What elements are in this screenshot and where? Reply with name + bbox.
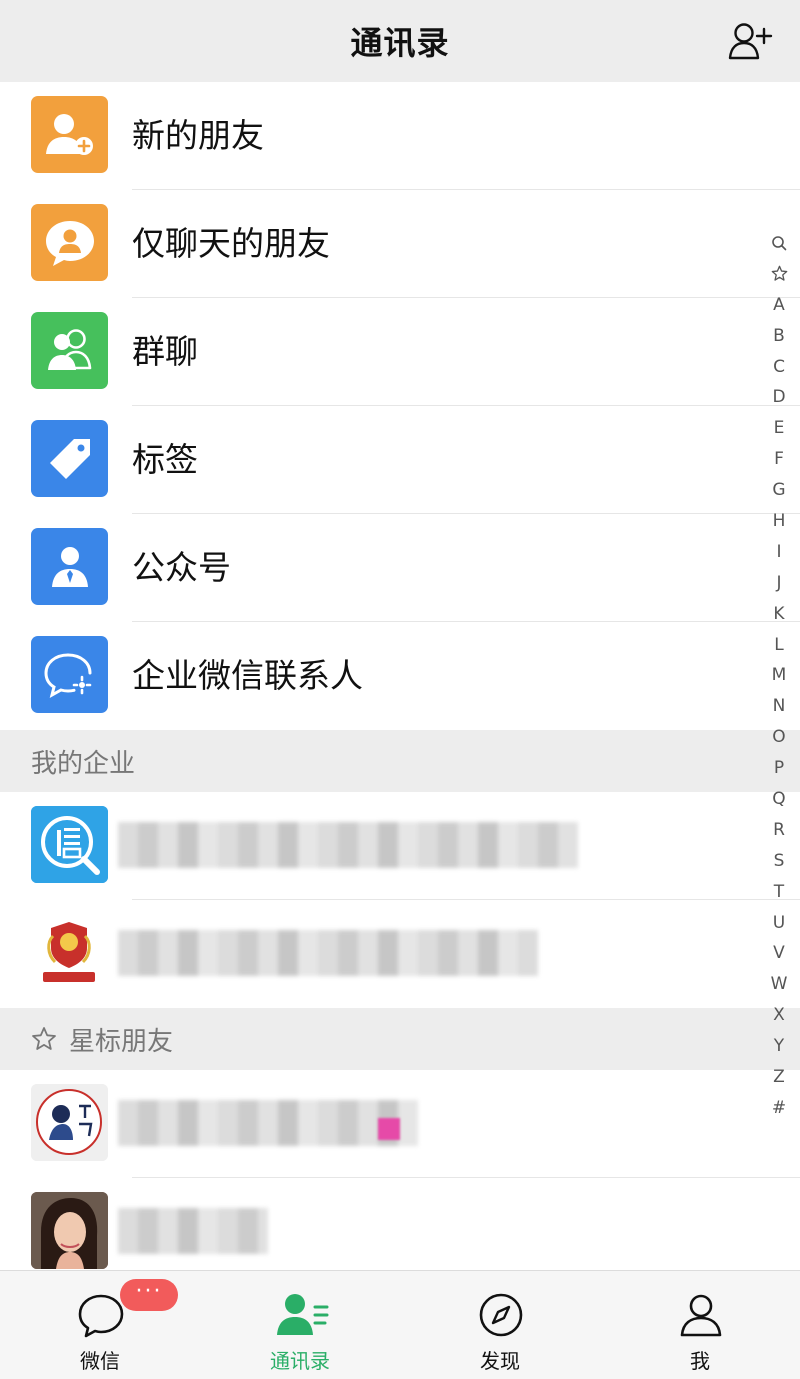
index-letter[interactable]: R [768,815,790,846]
page-title: 通讯录 [350,24,450,62]
index-letter[interactable]: U [768,908,790,939]
official-account-icon [31,528,108,605]
star-icon [31,1026,57,1052]
index-letter[interactable]: L [768,630,790,661]
group-chats-label: 群聊 [132,332,198,371]
tab-label: 发现 [480,1349,520,1373]
tab-label: 我 [690,1349,710,1373]
index-letter[interactable]: J [768,568,790,599]
index-letter[interactable]: N [768,691,790,722]
list-item[interactable] [0,792,800,900]
group-chat-icon [31,312,108,389]
index-letter[interactable]: S [768,846,790,877]
new-friends-label: 新的朋友 [132,116,264,155]
index-letter[interactable]: P [768,753,790,784]
chat-only-friends-item[interactable]: 仅聊天的朋友 [0,190,800,298]
tab-contacts[interactable]: 通讯录 [200,1271,400,1379]
official-accounts-label: 公众号 [132,548,231,587]
index-letter[interactable]: G [768,475,790,506]
index-letter[interactable]: M [768,660,790,691]
bottom-tab-bar: ··· 微信 通讯录 发现 我 [0,1270,800,1379]
index-letter[interactable]: I [768,537,790,568]
contact-name-redacted [118,1208,268,1254]
avatar [31,806,108,883]
contacts-page: 通讯录 新的朋友 仅聊天的朋友 群聊 标签 公众号 企业微信联系人 我的企业 星… [0,0,800,1379]
section-title: 我的企业 [31,748,136,779]
avatar [31,914,108,991]
section-header-starred: 星标朋友 [0,1008,800,1070]
index-letter[interactable]: C [768,352,790,383]
wecom-contacts-label: 企业微信联系人 [132,656,363,695]
contact-name-redacted [118,1100,418,1146]
function-list: 新的朋友 仅聊天的朋友 群聊 标签 公众号 企业微信联系人 [0,82,800,730]
new-friends-item[interactable]: 新的朋友 [0,82,800,190]
unread-badge: ··· [120,1279,178,1311]
index-letter[interactable]: W [768,969,790,1000]
index-letter[interactable]: E [768,413,790,444]
index-letter[interactable]: B [768,321,790,352]
wecom-contacts-item[interactable]: 企业微信联系人 [0,622,800,730]
index-letters: A B C D E F G H I J K L M N O P Q R S T U V W X Y Z # [768,290,790,1124]
index-letter[interactable]: Y [768,1031,790,1062]
tab-label: 通讯录 [270,1349,330,1373]
index-letter[interactable]: F [768,444,790,475]
tags-item[interactable]: 标签 [0,406,800,514]
index-letter[interactable]: D [768,382,790,413]
contact-name-redacted [118,822,578,868]
index-letter[interactable]: Q [768,784,790,815]
section-header-my-enterprise: 我的企业 [0,730,800,792]
chat-bubble-icon [77,1291,125,1339]
avatar [31,1084,108,1161]
index-letter[interactable]: O [768,722,790,753]
list-item[interactable] [0,1070,800,1178]
new-friend-icon [31,96,108,173]
chat-only-friends-label: 仅聊天的朋友 [132,224,330,263]
list-item[interactable] [0,900,800,1008]
tab-discover[interactable]: 发现 [400,1271,600,1379]
index-star-icon[interactable] [768,259,790,290]
tags-label: 标签 [132,440,198,479]
index-letter[interactable]: V [768,938,790,969]
avatar [31,1192,108,1269]
group-chats-item[interactable]: 群聊 [0,298,800,406]
official-accounts-item[interactable]: 公众号 [0,514,800,622]
index-letter[interactable]: H [768,506,790,537]
chat-only-friend-icon [31,204,108,281]
tab-label: 微信 [80,1349,120,1373]
compass-icon [477,1291,525,1339]
tag-icon [31,420,108,497]
tab-chats[interactable]: ··· 微信 [0,1271,200,1379]
index-search-icon[interactable] [768,228,790,259]
section-title: 星标朋友 [69,1026,174,1057]
wecom-contact-icon [31,636,108,713]
profile-icon [677,1291,725,1339]
add-contact-button[interactable] [724,16,776,66]
index-letter[interactable]: K [768,599,790,630]
index-letter[interactable]: X [768,1000,790,1031]
index-letter[interactable]: A [768,290,790,321]
index-letter[interactable]: Z [768,1062,790,1093]
nav-header: 通讯录 [0,0,800,82]
alphabet-index-bar[interactable]: A B C D E F G H I J K L M N O P Q R S T U V W X Y Z # [768,228,790,1124]
tab-me[interactable]: 我 [600,1271,800,1379]
index-letter[interactable]: T [768,877,790,908]
add-contact-icon [728,23,773,60]
contacts-icon [277,1291,329,1339]
redacted-emoji [378,1118,400,1140]
contact-name-redacted [118,930,538,976]
index-letter[interactable]: # [768,1093,790,1124]
